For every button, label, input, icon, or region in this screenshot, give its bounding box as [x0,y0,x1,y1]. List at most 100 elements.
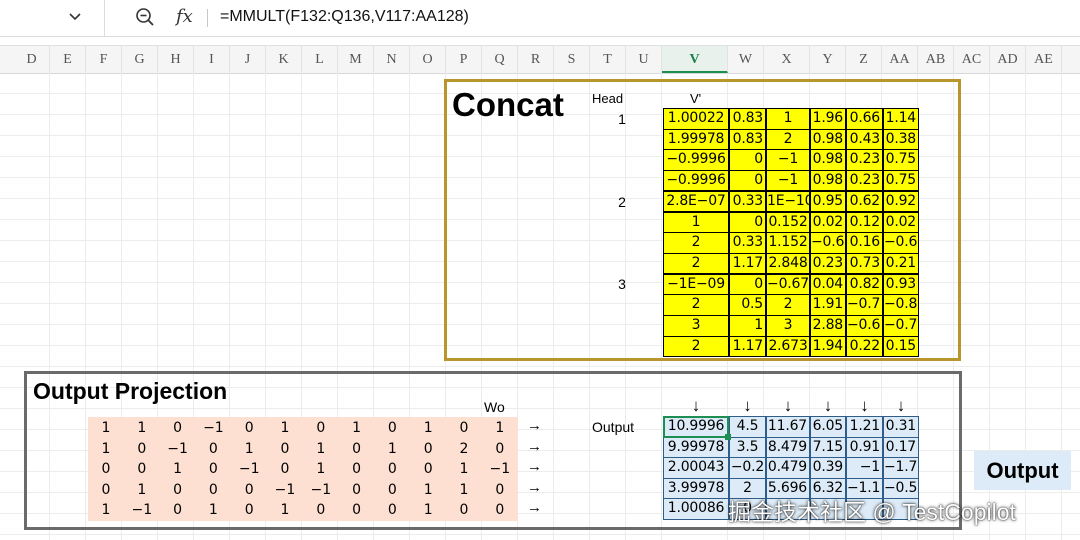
column-header-s[interactable]: S [554,46,590,73]
concat-cell[interactable]: −0.8 [883,294,919,316]
wo-cell[interactable]: 0 [231,500,267,520]
output-cell[interactable]: 6.05 [810,416,846,438]
output-cell[interactable]: 0.31 [883,416,919,438]
concat-cell[interactable]: 1.17 [729,335,766,358]
wo-cell[interactable]: 0 [88,459,124,479]
column-header-v[interactable]: V [662,46,728,73]
concat-cell[interactable]: −0.9996 [663,170,729,192]
output-cell[interactable]: 9.99978 [663,436,729,459]
concat-cell[interactable]: 0.33 [729,232,766,254]
wo-cell[interactable]: 1 [231,439,267,459]
output-cell[interactable]: −1 [846,457,883,479]
concat-cell[interactable]: 1 [663,211,729,234]
column-header-z[interactable]: Z [846,46,882,73]
concat-cell[interactable]: 0.43 [846,128,883,151]
column-header-j[interactable]: J [230,46,266,73]
wo-cell[interactable]: 1 [410,418,446,438]
wo-cell[interactable]: 0 [410,439,446,459]
wo-cell[interactable]: −1 [195,418,231,438]
concat-cell[interactable]: 0.02 [883,211,919,234]
concat-cell[interactable]: 1 [729,315,766,337]
concat-cell[interactable]: 0.83 [729,108,766,130]
wo-cell[interactable]: 1 [303,439,339,459]
column-header-h[interactable]: H [158,46,194,73]
concat-cell[interactable]: 0.23 [846,170,883,192]
fill-handle[interactable] [725,434,731,440]
wo-cell[interactable]: −1 [231,459,267,479]
wo-cell[interactable]: 1 [410,480,446,500]
concat-cell[interactable]: 0.75 [883,170,919,192]
wo-cell[interactable]: 0 [195,459,231,479]
concat-cell[interactable]: −0.7 [883,315,919,337]
column-header-g[interactable]: G [122,46,158,73]
concat-cell[interactable]: 0.152 [766,211,810,234]
wo-cell[interactable]: 1 [124,418,160,438]
wo-cell[interactable]: 0 [446,418,482,438]
column-header-q[interactable]: Q [482,46,518,73]
concat-cell[interactable]: 2 [663,232,729,254]
concat-cell[interactable]: −0.67 [766,273,810,296]
concat-cell[interactable]: 2 [663,252,729,275]
column-header-ab[interactable]: AB [918,46,954,73]
column-header-n[interactable]: N [374,46,410,73]
concat-cell[interactable]: 0.04 [810,273,846,296]
name-box[interactable] [0,0,96,35]
output-cell[interactable]: 7.15 [810,436,846,459]
concat-cell[interactable]: 0.33 [729,190,766,213]
wo-cell[interactable]: 0 [482,500,518,520]
wo-cell[interactable]: −1 [124,500,160,520]
concat-cell[interactable]: 0.98 [810,170,846,192]
output-cell[interactable]: −0.2 [729,457,766,479]
wo-cell[interactable]: 0 [482,439,518,459]
output-cell[interactable]: 2.00043 [663,457,729,479]
column-header-y[interactable]: Y [810,46,846,73]
concat-cell[interactable]: 0.02 [810,211,846,234]
wo-cell[interactable]: 1 [446,459,482,479]
wo-cell[interactable]: 0 [195,439,231,459]
concat-cell[interactable]: 0.75 [883,149,919,172]
concat-cell[interactable]: 2 [766,128,810,151]
concat-cell[interactable]: 3 [766,315,810,337]
concat-cell[interactable]: 0 [729,149,766,172]
output-cell[interactable]: 0.17 [883,436,919,459]
wo-cell[interactable]: 0 [195,480,231,500]
wo-cell[interactable]: 0 [267,459,303,479]
output-cell[interactable]: 0.479 [766,457,810,479]
concat-cell[interactable]: 0 [729,273,766,296]
output-cell[interactable]: 3.99978 [663,477,729,500]
column-header-x[interactable]: X [764,46,810,73]
concat-cell[interactable]: −0.6 [883,232,919,254]
wo-cell[interactable]: 0 [374,418,410,438]
wo-cell[interactable]: 1 [410,500,446,520]
column-header-e[interactable]: E [50,46,86,73]
wo-cell[interactable]: 1 [124,480,160,500]
column-header-u[interactable]: U [626,46,662,73]
concat-cell[interactable]: −0.9996 [663,149,729,172]
wo-cell[interactable]: 0 [231,418,267,438]
selected-cell[interactable] [663,416,729,438]
wo-cell[interactable]: −1 [160,439,196,459]
wo-cell[interactable]: 0 [160,418,196,438]
wo-cell[interactable]: 1 [195,500,231,520]
wo-cell[interactable]: 0 [482,480,518,500]
wo-cell[interactable]: 0 [374,459,410,479]
concat-cell[interactable]: −0.6 [810,232,846,254]
wo-cell[interactable]: 0 [160,480,196,500]
concat-cell[interactable]: 1.94 [810,335,846,358]
wo-cell[interactable]: 1 [88,418,124,438]
wo-cell[interactable]: 0 [339,500,375,520]
output-cell[interactable]: 4.5 [729,416,766,438]
output-cell[interactable]: 8.479 [766,436,810,459]
wo-cell[interactable]: 1 [303,459,339,479]
wo-cell[interactable]: 0 [88,480,124,500]
formula-input[interactable]: =MMULT(F132:Q136,V117:AA128) [220,6,469,28]
column-header-t[interactable]: T [590,46,626,73]
output-cell[interactable]: 11.67 [766,416,810,438]
wo-cell[interactable]: 0 [374,500,410,520]
wo-cell[interactable]: 0 [410,459,446,479]
concat-cell[interactable]: 0.66 [846,108,883,130]
concat-cell[interactable]: 0.5 [729,294,766,316]
concat-cell[interactable]: 0.62 [846,190,883,213]
wo-cell[interactable]: 0 [124,439,160,459]
concat-cell[interactable]: 0.21 [883,252,919,275]
